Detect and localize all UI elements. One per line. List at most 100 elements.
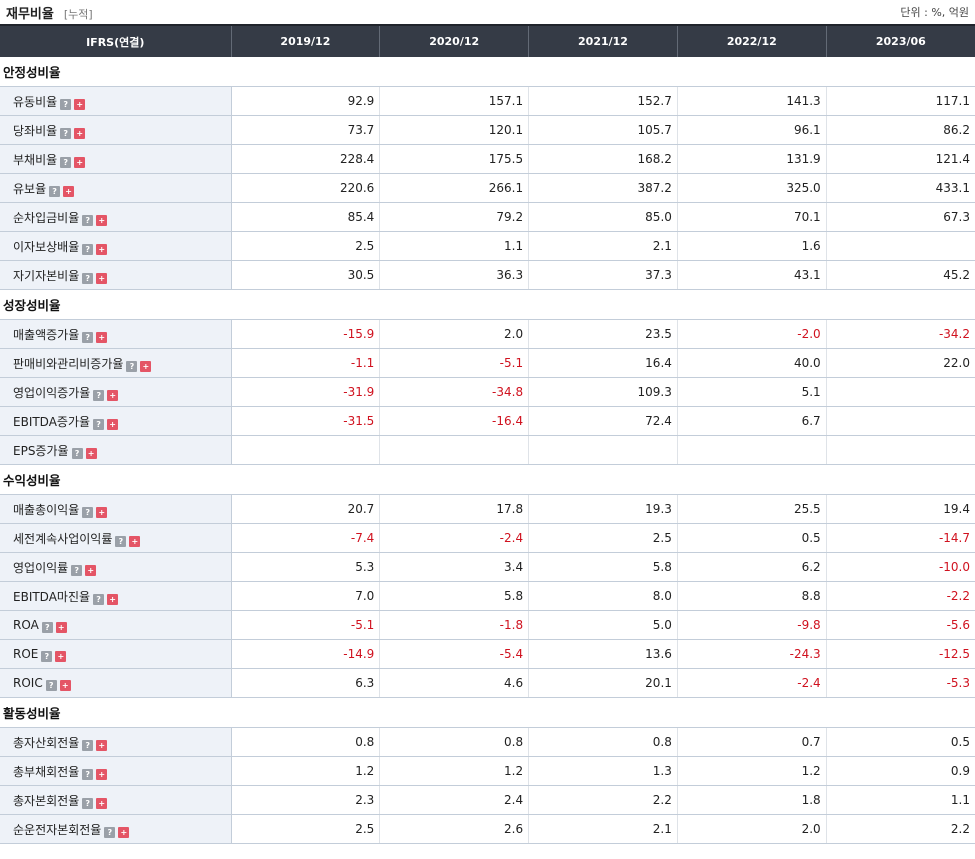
row-label-cell: 영업이익증가율? + <box>0 377 232 407</box>
column-header-period: 2022/12 <box>676 24 827 57</box>
value-cell: 6.7 <box>676 406 827 436</box>
expand-icon[interactable]: + <box>55 621 67 633</box>
value-cell: 2.3 <box>230 785 380 815</box>
table-row: 총자본회전율? +2.3 2.4 2.2 1.8 1.1 <box>0 785 975 815</box>
expand-icon[interactable]: + <box>96 331 108 343</box>
row-label: EBITDA증가율 <box>13 414 91 429</box>
value-cell: 70.1 <box>676 202 827 232</box>
expand-icon[interactable]: + <box>96 768 108 780</box>
table-row: 총부채회전율? +1.2 1.2 1.3 1.2 0.9 <box>0 756 975 786</box>
expand-icon[interactable]: + <box>96 739 108 751</box>
help-icon[interactable]: ? <box>60 156 72 168</box>
expand-icon[interactable]: + <box>140 360 152 372</box>
help-icon[interactable]: ? <box>45 679 57 691</box>
section-row: 안정성비율 <box>0 57 975 87</box>
help-icon[interactable]: ? <box>93 418 105 430</box>
value-cell: 1.3 <box>528 756 678 786</box>
help-icon[interactable]: ? <box>82 768 94 780</box>
value-cell: -14.9 <box>230 639 380 669</box>
value-cell: -31.5 <box>230 406 380 436</box>
row-label-cell: 유보율? + <box>0 173 232 203</box>
row-label-cell: ROIC? + <box>0 668 232 698</box>
row-label: ROA <box>13 617 39 632</box>
help-icon[interactable]: ? <box>82 331 94 343</box>
help-icon[interactable]: ? <box>82 272 94 284</box>
help-icon[interactable]: ? <box>71 447 83 459</box>
expand-icon[interactable]: + <box>96 272 108 284</box>
title-bar: 재무비율 [누적] 단위 : %, 억원 <box>0 0 975 24</box>
help-icon[interactable]: ? <box>82 739 94 751</box>
expand-icon[interactable]: + <box>59 679 71 691</box>
value-cell: 4.6 <box>379 668 529 698</box>
expand-icon[interactable]: + <box>74 127 86 139</box>
expand-icon[interactable]: + <box>74 156 86 168</box>
financial-ratio-table: IFRS(연결) 2019/12 2020/12 2021/12 2022/12 2023… <box>0 24 975 844</box>
expand-icon[interactable]: + <box>96 506 108 518</box>
table-row: 당좌비율? +73.7 120.1 105.7 96.1 86.2 <box>0 115 975 145</box>
row-label-cell: 총부채회전율? + <box>0 756 232 786</box>
value-cell: 23.5 <box>528 319 678 349</box>
help-icon[interactable]: ? <box>93 389 105 401</box>
expand-icon[interactable]: + <box>118 826 130 838</box>
expand-icon[interactable]: + <box>63 185 75 197</box>
help-icon[interactable]: ? <box>82 243 94 255</box>
value-cell: 22.0 <box>825 348 975 378</box>
expand-icon[interactable]: + <box>107 389 119 401</box>
help-icon[interactable]: ? <box>60 127 72 139</box>
value-cell: 2.1 <box>528 814 678 844</box>
unit-label: 단위 : %, 억원 <box>900 6 969 19</box>
expand-icon[interactable]: + <box>129 535 141 547</box>
help-icon[interactable]: ? <box>71 564 83 576</box>
section-title: 안정성비율 <box>0 57 975 87</box>
value-cell: -2.0 <box>676 319 827 349</box>
row-label: 영업이익률 <box>13 560 69 575</box>
expand-icon[interactable]: + <box>96 797 108 809</box>
value-cell: -31.9 <box>230 377 380 407</box>
table-row: 부채비율? +228.4 175.5 168.2 131.9 121.4 <box>0 144 975 174</box>
expand-icon[interactable]: + <box>85 564 97 576</box>
value-cell: -2.2 <box>825 581 975 611</box>
expand-icon[interactable]: + <box>96 243 108 255</box>
value-cell: 105.7 <box>528 115 678 145</box>
expand-icon[interactable]: + <box>55 650 67 662</box>
title-group: 재무비율 [누적] <box>6 3 93 22</box>
row-label: 총부채회전율 <box>13 764 80 779</box>
table-row: 순운전자본회전율? +2.5 2.6 2.1 2.0 2.2 <box>0 814 975 844</box>
help-icon[interactable]: ? <box>93 593 105 605</box>
value-cell: -7.4 <box>230 523 380 553</box>
help-icon[interactable]: ? <box>60 98 72 110</box>
value-cell: 152.7 <box>528 86 678 116</box>
table-row: 매출총이익율? +20.7 17.8 19.3 25.5 19.4 <box>0 494 975 524</box>
help-icon[interactable]: ? <box>82 797 94 809</box>
expand-icon[interactable]: + <box>107 418 119 430</box>
value-cell: -2.4 <box>676 668 827 698</box>
row-label-cell: ROE? + <box>0 639 232 669</box>
help-icon[interactable]: ? <box>82 214 94 226</box>
value-cell: 25.5 <box>676 494 827 524</box>
value-cell: 45.2 <box>825 260 975 290</box>
help-icon[interactable]: ? <box>82 506 94 518</box>
help-icon[interactable]: ? <box>104 826 116 838</box>
value-cell: 1.6 <box>676 231 827 261</box>
table-row: EBITDA마진율? +7.0 5.8 8.0 8.8 -2.2 <box>0 581 975 611</box>
help-icon[interactable]: ? <box>41 621 53 633</box>
help-icon[interactable]: ? <box>115 535 127 547</box>
help-icon[interactable]: ? <box>49 185 61 197</box>
expand-icon[interactable]: + <box>74 98 86 110</box>
section-title: 활동성비율 <box>0 697 975 728</box>
row-label-cell: 이자보상배율? + <box>0 231 232 261</box>
row-label-cell: 매출총이익율? + <box>0 494 232 524</box>
help-icon[interactable]: ? <box>41 650 53 662</box>
row-label-cell: 판매비와관리비증가율? + <box>0 348 232 378</box>
value-cell: 325.0 <box>676 173 827 203</box>
expand-icon[interactable]: + <box>96 214 108 226</box>
value-cell: -5.6 <box>825 610 975 640</box>
expand-icon[interactable]: + <box>107 593 119 605</box>
value-cell: 2.6 <box>379 814 529 844</box>
value-cell: 2.5 <box>230 231 380 261</box>
expand-icon[interactable]: + <box>85 447 97 459</box>
help-icon[interactable]: ? <box>126 360 138 372</box>
value-cell: 5.0 <box>528 610 678 640</box>
value-cell: -34.2 <box>825 319 975 349</box>
row-label: 총자본회전율 <box>13 793 80 808</box>
